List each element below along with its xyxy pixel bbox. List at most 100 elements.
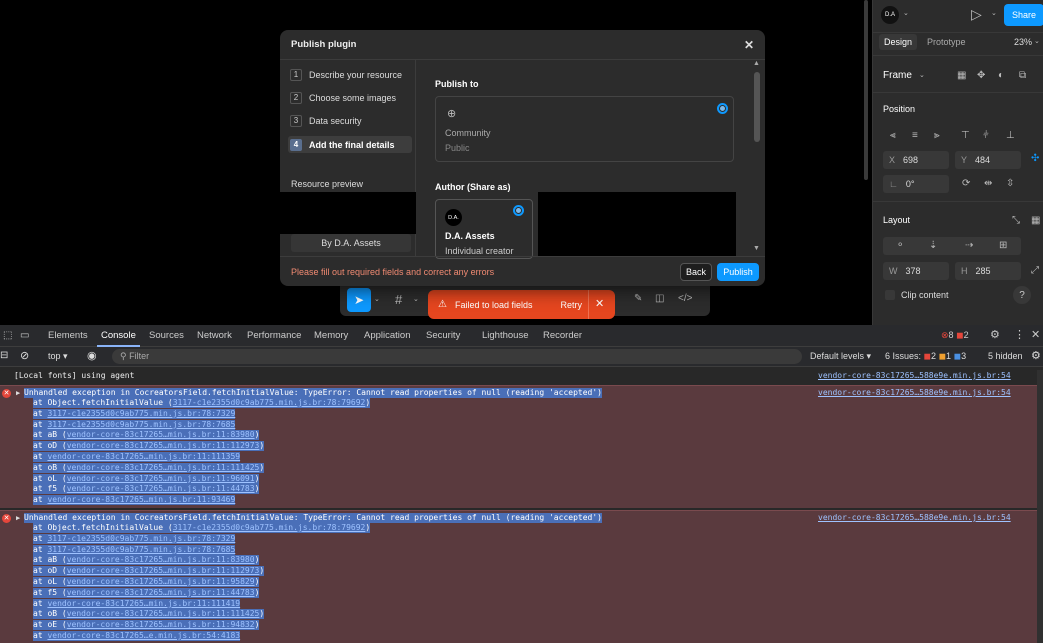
close-devtools-icon[interactable]: ✕ xyxy=(1031,328,1040,341)
align-center-h-icon[interactable]: ≡ xyxy=(912,130,918,141)
align-top-icon[interactable]: ⊤ xyxy=(961,130,970,141)
tab-performance[interactable]: Performance xyxy=(247,330,301,341)
layout-grid-icon[interactable]: ▦ xyxy=(1031,215,1040,226)
device-toggle-icon[interactable]: ▭ xyxy=(20,330,29,341)
stack-frame-link[interactable]: 3117-c1e2355d0c9ab775.min.js.br:78:79692 xyxy=(173,523,366,532)
collapse-icon[interactable]: ⤡ xyxy=(1012,215,1020,226)
close-icon[interactable]: ✕ xyxy=(744,38,754,52)
stack-frame-link[interactable]: 3117-c1e2355d0c9ab775.min.js.br:78:7685 xyxy=(47,420,235,429)
inspect-icon[interactable]: ⬚ xyxy=(3,330,12,341)
frame-tool-icon[interactable]: # xyxy=(395,292,402,307)
tab-console[interactable]: Console xyxy=(101,330,136,341)
tab-prototype[interactable]: Prototype xyxy=(927,37,966,47)
stack-frame-link[interactable]: vendor-core-83c17265…min.js.br:11:96091 xyxy=(67,474,255,483)
log-levels-select[interactable]: Default levels ▾ xyxy=(810,351,871,362)
move-tool-button[interactable]: ➤ xyxy=(347,288,371,312)
context-select[interactable]: top ▾ xyxy=(48,351,68,362)
author-radio[interactable] xyxy=(513,205,524,216)
layout-free-icon[interactable]: ⚬ xyxy=(896,240,904,251)
align-right-icon[interactable]: ⫸ xyxy=(934,130,940,141)
step-3[interactable]: 3 Data security xyxy=(288,112,412,129)
share-button[interactable]: Share xyxy=(1004,4,1043,26)
error-source-link[interactable]: vendor-core-83c17265…588e9e.min.js.br:54 xyxy=(818,388,1011,397)
error-count-badge[interactable]: ⊗8 ◼2 xyxy=(941,330,969,341)
stack-frame-link[interactable]: vendor-core-83c17265…min.js.br:11:112973 xyxy=(67,441,260,450)
chevron-down-icon[interactable]: ⌄ xyxy=(903,9,909,17)
expand-triangle-icon[interactable]: ▶ xyxy=(16,389,20,397)
issues-button[interactable]: 6 Issues: ◼2 ◼1 ◼3 xyxy=(885,351,966,362)
width-field[interactable]: W 378 xyxy=(883,262,949,280)
code-icon[interactable]: </> xyxy=(678,293,692,304)
grid-icon[interactable]: ▦ xyxy=(957,70,966,81)
stack-frame-link[interactable]: vendor-core-83c17265…min.js.br:11:94832 xyxy=(67,620,255,629)
expand-triangle-icon[interactable]: ▶ xyxy=(16,514,20,522)
stack-frame-link[interactable]: vendor-core-83c17265…min.js.br:11:83980 xyxy=(67,430,255,439)
clear-console-icon[interactable]: ⊘ xyxy=(20,349,29,362)
stack-frame-link[interactable]: vendor-core-83c17265…min.js.br:11:95829 xyxy=(67,577,255,586)
tab-network[interactable]: Network xyxy=(197,330,232,341)
layout-vertical-icon[interactable]: ⇣ xyxy=(929,240,937,251)
align-bottom-icon[interactable]: ⊥ xyxy=(1006,130,1015,141)
align-left-icon[interactable]: ⫷ xyxy=(890,130,896,141)
sidebar-toggle-icon[interactable]: ⊟ xyxy=(0,350,8,361)
stack-frame-link[interactable]: 3117-c1e2355d0c9ab775.min.js.br:78:7685 xyxy=(47,545,235,554)
scroll-down-icon[interactable]: ▼ xyxy=(753,245,760,252)
flip-vertical-icon[interactable]: ⇳ xyxy=(1006,178,1014,189)
step-1[interactable]: 1 Describe your resource xyxy=(288,66,412,83)
community-radio[interactable] xyxy=(717,103,728,114)
settings-icon[interactable]: ⚙ xyxy=(990,328,1000,341)
filter-input[interactable]: ⚲ Filter xyxy=(112,349,802,364)
component-icon[interactable]: ✥ xyxy=(977,70,985,81)
sections-icon[interactable]: ◫ xyxy=(655,293,664,304)
tab-memory[interactable]: Memory xyxy=(314,330,348,341)
tab-sources[interactable]: Sources xyxy=(149,330,184,341)
flip-horizontal-icon[interactable]: ⇹ xyxy=(984,178,992,189)
author-option[interactable]: D.A. D.A. Assets Individual creator xyxy=(435,199,533,259)
zoom-level[interactable]: 23% xyxy=(1014,37,1032,47)
layout-wrap-icon[interactable]: ⊞ xyxy=(999,240,1007,251)
chevron-down-icon[interactable]: ⌄ xyxy=(413,295,419,303)
clip-content-label[interactable]: Clip content xyxy=(901,290,949,300)
eye-icon[interactable]: ◉ xyxy=(87,349,97,362)
rotation-field[interactable]: ∟ 0° xyxy=(883,175,949,193)
help-icon[interactable]: ? xyxy=(1013,286,1031,304)
canvas-scrollbar[interactable] xyxy=(864,0,868,180)
step-2[interactable]: 2 Choose some images xyxy=(288,89,412,106)
chevron-down-icon[interactable]: ⌄ xyxy=(919,71,925,79)
clip-content-checkbox[interactable] xyxy=(885,290,895,300)
frame-label[interactable]: Frame xyxy=(883,70,912,81)
back-button[interactable]: Back xyxy=(680,263,712,281)
stack-frame-link[interactable]: vendor-core-83c17265…min.js.br:11:83980 xyxy=(67,555,255,564)
stack-frame-link[interactable]: vendor-core-83c17265…min.js.br:11:111425 xyxy=(67,463,260,472)
stack-frame-link[interactable]: vendor-core-83c17265…min.js.br:11:111425 xyxy=(67,609,260,618)
chevron-down-icon[interactable]: ⌄ xyxy=(374,295,380,303)
constraints-icon[interactable]: ✣ xyxy=(1031,153,1039,164)
stack-frame-link[interactable]: vendor-core-83c17265…min.js.br:11:93469 xyxy=(47,495,235,504)
tab-application[interactable]: Application xyxy=(364,330,410,341)
console-scrollbar[interactable] xyxy=(1037,370,1043,643)
stack-frame-link[interactable]: vendor-core-83c17265…min.js.br:11:111419 xyxy=(47,599,240,608)
error-source-link[interactable]: vendor-core-83c17265…588e9e.min.js.br:54 xyxy=(818,513,1011,522)
step-4[interactable]: 4 Add the final details xyxy=(288,136,412,153)
boolean-icon[interactable]: ⧉ xyxy=(1019,70,1026,81)
stack-frame-link[interactable]: vendor-core-83c17265…min.js.br:11:44783 xyxy=(67,484,255,493)
resize-icon[interactable]: ⤢ xyxy=(1031,265,1039,276)
retry-button[interactable]: Retry xyxy=(561,300,583,310)
community-option[interactable]: ⊕ Community Public xyxy=(435,96,734,162)
height-field[interactable]: H 285 xyxy=(955,262,1021,280)
tab-design[interactable]: Design xyxy=(879,34,918,50)
stack-frame-link[interactable]: vendor-core-83c17265…min.js.br:11:112973 xyxy=(67,566,260,575)
mask-icon[interactable]: ◐ xyxy=(998,70,1004,81)
console-settings-icon[interactable]: ⚙ xyxy=(1031,349,1041,362)
chevron-down-icon[interactable]: ⌄ xyxy=(991,9,997,17)
play-icon[interactable]: ▷ xyxy=(971,6,982,23)
log-source-link[interactable]: vendor-core-83c17265…588e9e.min.js.br:54 xyxy=(818,371,1011,380)
stack-frame-link[interactable]: 3117-c1e2355d0c9ab775.min.js.br:78:79692 xyxy=(173,398,366,407)
layout-horizontal-icon[interactable]: ⇢ xyxy=(965,240,973,251)
chevron-down-icon[interactable]: ⌄ xyxy=(1034,37,1040,45)
stack-frame-link[interactable]: 3117-c1e2355d0c9ab775.min.js.br:78:7329 xyxy=(47,534,235,543)
stack-frame-link[interactable]: vendor-core-83c17265…min.js.br:11:44783 xyxy=(67,588,255,597)
align-middle-icon[interactable]: ⫩ xyxy=(983,130,989,141)
dev-mode-icon[interactable]: ✎ xyxy=(634,293,642,304)
stack-frame-link[interactable]: 3117-c1e2355d0c9ab775.min.js.br:78:7329 xyxy=(47,409,235,418)
